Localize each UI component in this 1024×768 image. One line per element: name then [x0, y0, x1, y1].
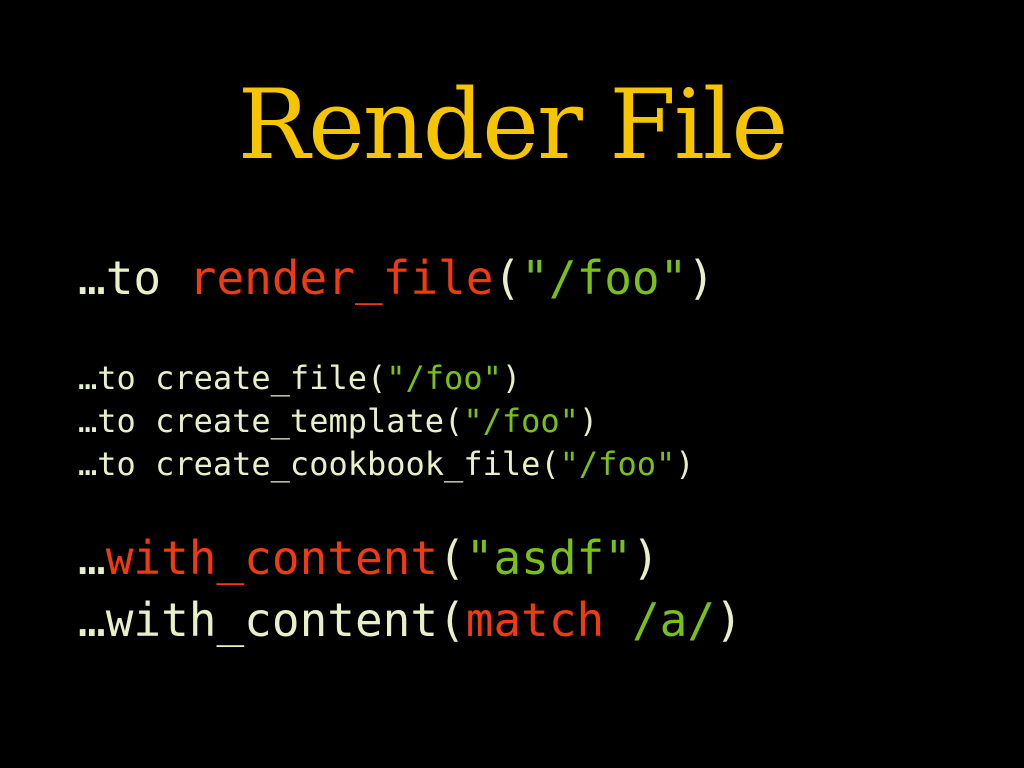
line-prefix: …to	[78, 402, 156, 440]
open-paren: (	[493, 251, 522, 305]
slide-title: Render File	[237, 69, 788, 181]
open-paren: (	[438, 593, 466, 647]
matcher-name: match	[465, 593, 605, 647]
regex-arg: /a/	[631, 593, 716, 647]
with-content-match-line: …with_content(match /a/)	[78, 592, 743, 648]
line-prefix: …	[78, 593, 106, 647]
slide: Render File …to render_file("/foo") …to …	[0, 0, 1024, 768]
close-paren: )	[687, 251, 715, 305]
method-name: create_template	[155, 402, 445, 440]
close-paren: )	[675, 445, 695, 483]
close-paren: )	[631, 531, 660, 585]
open-paren: (	[444, 402, 464, 440]
method-name: create_file	[155, 359, 367, 397]
method-name: render_file	[188, 251, 494, 305]
render-file-line: …to render_file("/foo")	[78, 250, 715, 306]
string-arg: "/foo"	[559, 445, 676, 483]
line-prefix: …to	[78, 359, 156, 397]
method-name: with_content	[105, 593, 439, 647]
with-content-string-line: …with_content("asdf")	[78, 530, 660, 586]
close-paren: )	[501, 359, 522, 397]
create-template-line: …to create_template("/foo")	[78, 401, 598, 441]
method-name: create_cookbook_file	[155, 445, 541, 483]
string-arg: "/foo"	[386, 359, 502, 397]
line-prefix: …	[78, 531, 106, 585]
open-paren: (	[540, 445, 560, 483]
line-prefix: …to	[78, 445, 156, 483]
close-paren: )	[578, 402, 599, 440]
close-paren: )	[715, 593, 743, 647]
create-file-line: …to create_file("/foo")	[78, 358, 521, 398]
string-arg: "asdf"	[465, 531, 632, 585]
string-arg: "/foo"	[521, 251, 688, 305]
string-arg: "/foo"	[463, 402, 579, 440]
line-prefix: …to	[78, 251, 189, 305]
open-paren: (	[366, 359, 387, 397]
method-name: with_content	[105, 531, 439, 585]
create-cookbook-file-line: …to create_cookbook_file("/foo")	[78, 444, 695, 484]
open-paren: (	[438, 531, 466, 585]
